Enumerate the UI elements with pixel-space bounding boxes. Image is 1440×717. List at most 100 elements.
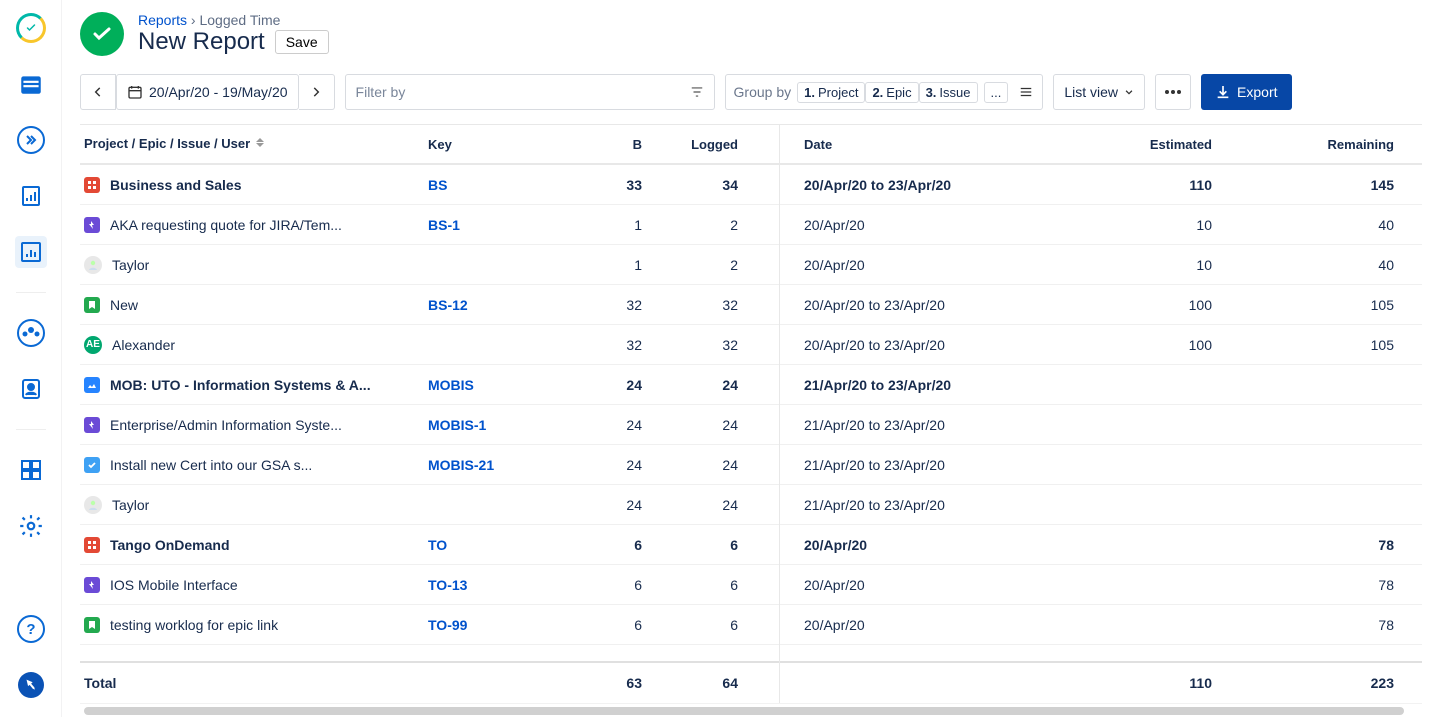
report-table: Project / Epic / Issue / User Key B Logg…: [80, 124, 1422, 703]
row-date: 21/Apr/20 to 23/Apr/20: [780, 457, 1060, 473]
expand-icon[interactable]: [15, 124, 47, 156]
next-period-button[interactable]: [299, 74, 335, 110]
issue-key-link[interactable]: BS: [428, 177, 447, 193]
toolbar: 20/Apr/20 - 19/May/20 Filter by Group by…: [80, 74, 1422, 110]
issue-key-link[interactable]: BS-1: [428, 217, 460, 233]
epic-icon: [84, 577, 100, 593]
group-chip-1[interactable]: 2. Epic: [865, 82, 918, 103]
date-range-picker[interactable]: 20/Apr/20 - 19/May/20: [116, 74, 299, 110]
group-chip-2[interactable]: 3. Issue: [919, 82, 978, 103]
sidebar: ?: [0, 0, 62, 717]
col-key[interactable]: Key: [420, 137, 560, 152]
issue-key-link[interactable]: BS-12: [428, 297, 468, 313]
col-project[interactable]: Project / Epic / Issue / User: [80, 136, 420, 152]
issue-key-link[interactable]: TO-99: [428, 617, 467, 633]
prev-period-button[interactable]: [80, 74, 116, 110]
table-row[interactable]: Taylor2424: [80, 485, 779, 525]
breadcrumb-reports[interactable]: Reports: [138, 12, 187, 28]
group-chip-0[interactable]: 1. Project: [797, 82, 865, 103]
project-icon: [84, 177, 100, 193]
story-icon: [84, 617, 100, 633]
issue-key-link[interactable]: MOBIS-1: [428, 417, 486, 433]
team-icon[interactable]: [15, 317, 47, 349]
table-row: 20/Apr/2078: [780, 525, 1422, 565]
row-rem: 105: [1252, 297, 1422, 313]
table-row[interactable]: AEAlexander3232: [80, 325, 779, 365]
row-date: 20/Apr/20 to 23/Apr/20: [780, 297, 1060, 313]
row-rem: 78: [1252, 537, 1422, 553]
col-est[interactable]: Estimated: [1060, 137, 1252, 152]
table-row[interactable]: Install new Cert into our GSA s...MOBIS-…: [80, 445, 779, 485]
table-row[interactable]: Enterprise/Admin Information Syste...MOB…: [80, 405, 779, 445]
group-by-more[interactable]: ...: [984, 82, 1009, 103]
calendar-icon[interactable]: [15, 68, 47, 100]
table-row[interactable]: testing worklog for epic linkTO-9966: [80, 605, 779, 645]
table-row[interactable]: Tango OnDemandTO66: [80, 525, 779, 565]
row-b: 24: [560, 377, 650, 393]
row-logged: 24: [650, 457, 760, 473]
pin-icon[interactable]: [15, 669, 47, 701]
avatar: [84, 256, 102, 274]
table-row[interactable]: NewBS-123232: [80, 285, 779, 325]
view-selector[interactable]: List view: [1053, 74, 1145, 110]
app-logo-icon[interactable]: [15, 12, 47, 44]
export-button[interactable]: Export: [1201, 74, 1291, 110]
table-row: 20/Apr/2078: [780, 565, 1422, 605]
table-row: 20/Apr/2078: [780, 605, 1422, 645]
horizontal-scrollbar[interactable]: [80, 703, 1422, 717]
row-date: 21/Apr/20 to 23/Apr/20: [780, 377, 1060, 393]
row-logged: 24: [650, 377, 760, 393]
table-row[interactable]: MOB: UTO - Information Systems & A... MOB…: [80, 365, 779, 405]
gear-icon[interactable]: [15, 510, 47, 542]
epic-icon: [84, 217, 100, 233]
page-title: New Report: [138, 28, 265, 56]
col-date[interactable]: Date: [780, 137, 1060, 152]
table-row: 21/Apr/20 to 23/Apr/20: [780, 485, 1422, 525]
row-logged: 32: [650, 337, 760, 353]
row-b: 33: [560, 177, 650, 193]
row-b: 6: [560, 577, 650, 593]
apps-icon[interactable]: [15, 454, 47, 486]
group-by-menu-icon[interactable]: [1018, 85, 1034, 99]
user-icon[interactable]: [15, 373, 47, 405]
table-row[interactable]: AKA requesting quote for JIRA/Tem...BS-1…: [80, 205, 779, 245]
row-name: MOB: UTO - Information Systems & A...: [110, 377, 371, 393]
more-actions-button[interactable]: [1155, 74, 1191, 110]
col-b[interactable]: B: [560, 137, 650, 152]
row-b: 24: [560, 457, 650, 473]
row-logged: 6: [650, 577, 760, 593]
col-rem[interactable]: Remaining: [1252, 137, 1422, 152]
row-b: 1: [560, 257, 650, 273]
row-date: 20/Apr/20 to 23/Apr/20: [780, 337, 1060, 353]
row-name: Taylor: [112, 497, 149, 513]
issue-key-link[interactable]: TO: [428, 537, 447, 553]
issue-key-link[interactable]: MOBIS-21: [428, 457, 494, 473]
issue-key-link[interactable]: TO-13: [428, 577, 467, 593]
story-icon: [84, 297, 100, 313]
group-by-control[interactable]: Group by 1. Project2. Epic3. Issue ...: [725, 74, 1044, 110]
row-rem: 78: [1252, 617, 1422, 633]
table-row: 20/Apr/20 to 23/Apr/20100105: [780, 325, 1422, 365]
col-logged[interactable]: Logged: [650, 137, 760, 152]
table-row: 21/Apr/20 to 23/Apr/20: [780, 405, 1422, 445]
view-selector-label: List view: [1064, 84, 1118, 100]
date-range-text: 20/Apr/20 - 19/May/20: [149, 84, 288, 100]
table-row[interactable]: IOS Mobile InterfaceTO-1366: [80, 565, 779, 605]
table-row: 20/Apr/201040: [780, 245, 1422, 285]
report-icon[interactable]: [15, 180, 47, 212]
row-name: testing worklog for epic link: [110, 617, 278, 633]
row-logged: 2: [650, 257, 760, 273]
save-button[interactable]: Save: [275, 30, 329, 54]
row-b: 24: [560, 497, 650, 513]
group-by-label: Group by: [734, 84, 792, 100]
total-b: 63: [560, 675, 650, 691]
issue-key-link[interactable]: MOBIS: [428, 377, 474, 393]
chart-report-icon[interactable]: [15, 236, 47, 268]
table-row[interactable]: Business and SalesBS3334: [80, 165, 779, 205]
row-logged: 24: [650, 417, 760, 433]
row-logged: 34: [650, 177, 760, 193]
table-row[interactable]: Taylor12: [80, 245, 779, 285]
help-icon[interactable]: ?: [15, 613, 47, 645]
filter-input[interactable]: Filter by: [345, 74, 715, 110]
row-logged: 2: [650, 217, 760, 233]
